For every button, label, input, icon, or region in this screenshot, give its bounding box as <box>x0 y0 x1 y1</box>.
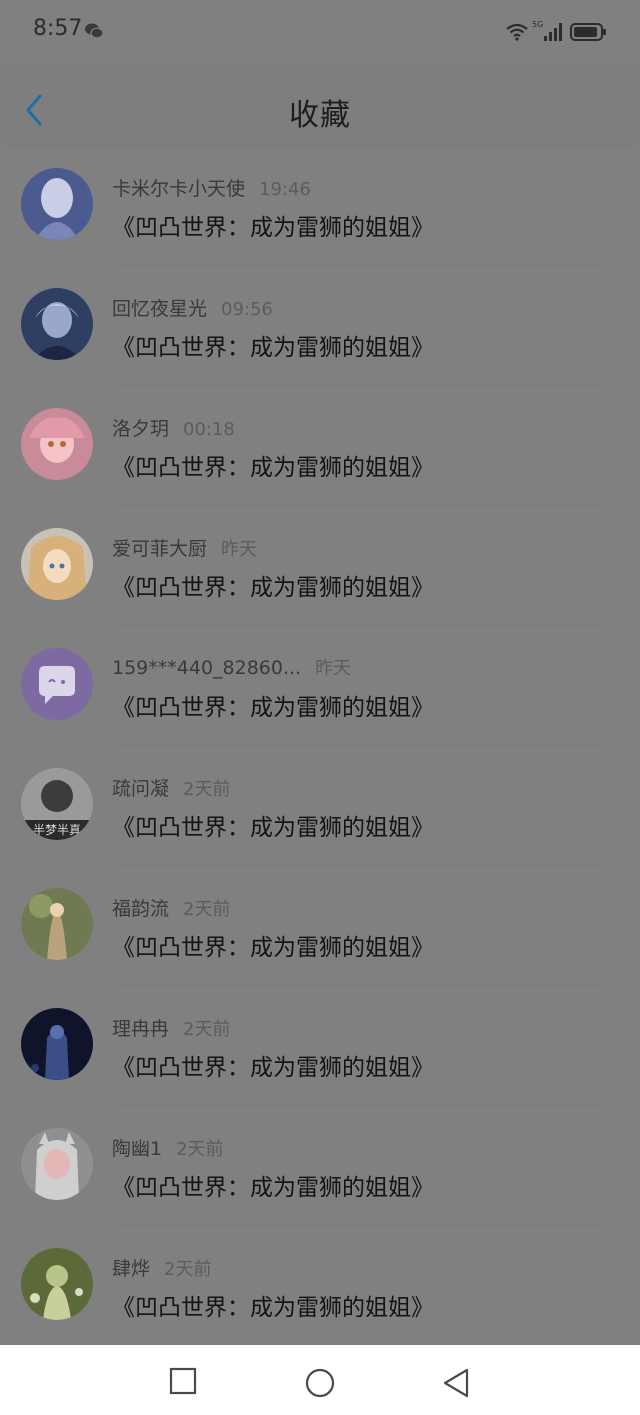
item-title: 《凹凸世界：成为雷狮的姐姐》 <box>112 815 434 841</box>
status-time: 8:57 <box>33 16 83 41</box>
timestamp: 2天前 <box>183 779 231 800</box>
timestamp: 00:18 <box>183 419 235 440</box>
system-nav-bar <box>0 1345 640 1415</box>
item-meta: 卡米尔卡小天使 19:46 <box>112 174 311 201</box>
list-item[interactable]: 卡米尔卡小天使 19:46 《凹凸世界：成为雷狮的姐姐》 <box>0 146 640 266</box>
item-meta: 疏问凝 2天前 <box>112 774 230 801</box>
timestamp: 昨天 <box>221 539 258 560</box>
user-name: 卡米尔卡小天使 <box>112 178 246 200</box>
item-title: 《凹凸世界：成为雷狮的姐姐》 <box>112 1295 434 1321</box>
avatar <box>21 528 93 600</box>
item-meta: 爱可菲大厨 昨天 <box>112 534 257 561</box>
item-title: 《凹凸世界：成为雷狮的姐姐》 <box>112 335 434 361</box>
timestamp: 09:56 <box>221 299 273 320</box>
timestamp: 19:46 <box>259 179 311 200</box>
avatar <box>21 1008 93 1080</box>
triangle-icon[interactable] <box>441 1367 471 1399</box>
header: 收藏 <box>0 64 640 146</box>
list-item[interactable]: 肆烨 2天前 《凹凸世界：成为雷狮的姐姐》 <box>0 1226 640 1346</box>
item-title: 《凹凸世界：成为雷狮的姐姐》 <box>112 455 434 481</box>
user-name: 陶幽1 <box>112 1138 163 1160</box>
user-name: 理冉冉 <box>112 1018 170 1040</box>
network-label: 5G <box>532 20 543 29</box>
list-item[interactable]: 陶幽1 2天前 《凹凸世界：成为雷狮的姐姐》 <box>0 1106 640 1226</box>
list-item[interactable]: 洛夕玥 00:18 《凹凸世界：成为雷狮的姐姐》 <box>0 386 640 506</box>
item-meta: 洛夕玥 00:18 <box>112 414 235 441</box>
user-name: 疏问凝 <box>112 778 170 800</box>
user-name: 福韵流 <box>112 898 170 920</box>
wifi-icon <box>505 22 529 46</box>
list-item[interactable]: 理冉冉 2天前 《凹凸世界：成为雷狮的姐姐》 <box>0 986 640 1106</box>
circle-icon[interactable] <box>304 1367 336 1399</box>
timestamp: 2天前 <box>176 1139 224 1160</box>
item-title: 《凹凸世界：成为雷狮的姐姐》 <box>112 935 434 961</box>
item-meta: 理冉冉 2天前 <box>112 1014 230 1041</box>
page-title: 收藏 <box>289 98 351 133</box>
item-meta: 肆烨 2天前 <box>112 1254 211 1281</box>
avatar <box>21 888 93 960</box>
item-title: 《凹凸世界：成为雷狮的姐姐》 <box>112 575 434 601</box>
timestamp: 2天前 <box>183 1019 231 1040</box>
avatar <box>21 648 93 720</box>
item-meta: 159***440_82860... 昨天 <box>112 654 351 680</box>
list-item[interactable]: 爱可菲大厨 昨天 《凹凸世界：成为雷狮的姐姐》 <box>0 506 640 626</box>
item-title: 《凹凸世界：成为雷狮的姐姐》 <box>112 215 434 241</box>
avatar <box>21 1128 93 1200</box>
timestamp: 2天前 <box>183 899 231 920</box>
avatar <box>21 288 93 360</box>
list-item[interactable]: 回忆夜星光 09:56 《凹凸世界：成为雷狮的姐姐》 <box>0 266 640 386</box>
list-item[interactable]: 159***440_82860... 昨天 《凹凸世界：成为雷狮的姐姐》 <box>0 626 640 746</box>
user-name: 洛夕玥 <box>112 418 170 440</box>
favorites-list: 卡米尔卡小天使 19:46 《凹凸世界：成为雷狮的姐姐》 回忆夜星光 09:56 《… <box>0 146 640 1346</box>
avatar: 半梦半真 <box>21 768 93 840</box>
list-item[interactable]: 半梦半真 疏问凝 2天前 《凹凸世界：成为雷狮的姐姐》 <box>0 746 640 866</box>
timestamp: 昨天 <box>315 658 352 679</box>
item-title: 《凹凸世界：成为雷狮的姐姐》 <box>112 695 434 721</box>
item-title: 《凹凸世界：成为雷狮的姐姐》 <box>112 1055 434 1081</box>
avatar <box>21 168 93 240</box>
square-icon[interactable] <box>169 1367 197 1395</box>
item-title: 《凹凸世界：成为雷狮的姐姐》 <box>112 1175 434 1201</box>
avatar <box>21 408 93 480</box>
item-meta: 福韵流 2天前 <box>112 894 230 921</box>
status-bar: 8:57 5G <box>0 0 640 64</box>
avatar <box>21 1248 93 1320</box>
item-meta: 回忆夜星光 09:56 <box>112 294 273 321</box>
wechat-icon <box>84 22 104 44</box>
list-item[interactable]: 福韵流 2天前 《凹凸世界：成为雷狮的姐姐》 <box>0 866 640 986</box>
timestamp: 2天前 <box>164 1259 212 1280</box>
avatar-caption: 半梦半真 <box>33 823 81 837</box>
user-name: 159***440_82860... <box>112 657 302 679</box>
signal-icon: 5G <box>532 18 566 48</box>
item-meta: 陶幽1 2天前 <box>112 1134 224 1161</box>
user-name: 爱可菲大厨 <box>112 538 208 560</box>
user-name: 肆烨 <box>112 1258 151 1280</box>
battery-icon <box>570 22 608 46</box>
user-name: 回忆夜星光 <box>112 298 208 320</box>
